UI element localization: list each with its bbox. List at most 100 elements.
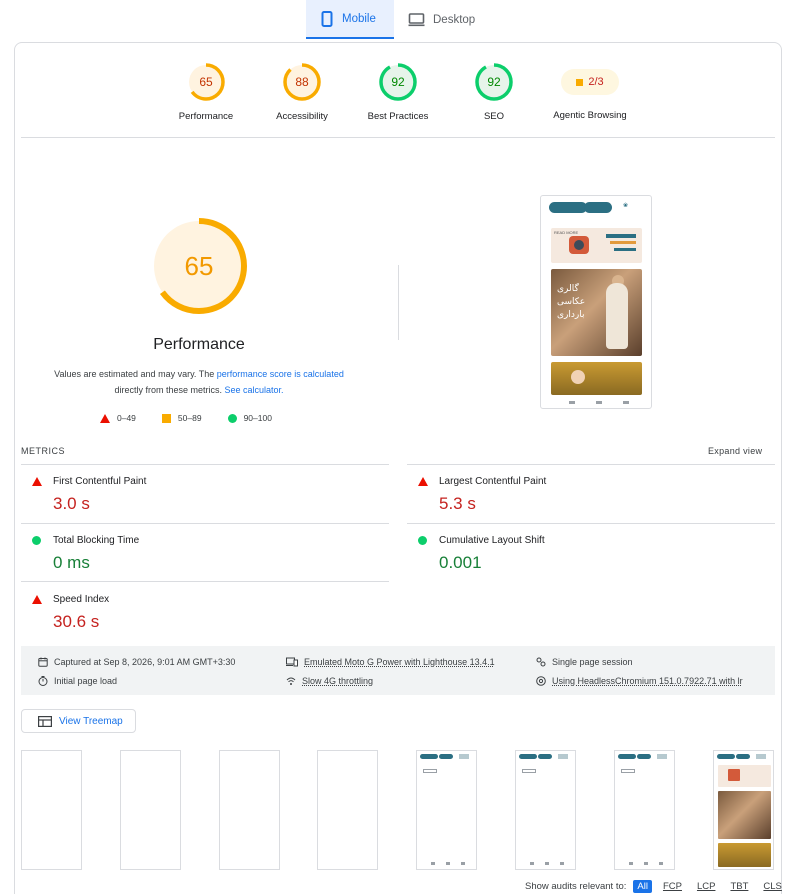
metric-si: Speed Index 30.6 s [21, 582, 389, 640]
average-square-icon [161, 413, 171, 423]
filmstrip-frame [416, 750, 477, 870]
filter-cls[interactable]: CLS [759, 880, 785, 893]
gauge-ring: 65 [186, 62, 226, 102]
devices-icon [286, 657, 298, 667]
gauge-best-practices[interactable]: 92 Best Practices [343, 58, 453, 122]
expand-view-button[interactable]: Expand view [708, 446, 762, 456]
treemap-icon [38, 715, 52, 727]
agentic-value: 2/3 [588, 76, 604, 88]
average-square-icon [576, 78, 584, 86]
fail-triangle-icon [418, 477, 428, 486]
pass-circle-icon [418, 536, 427, 545]
filter-tbt[interactable]: TBT [726, 880, 752, 893]
category-gauges: 65 Performance 88 Accessibility 92 Best … [0, 58, 795, 128]
score-calculated-link[interactable]: performance score is calculated [217, 369, 344, 379]
filmstrip-frame [317, 750, 378, 870]
filmstrip-frame [515, 750, 576, 870]
tab-mobile-label: Mobile [342, 12, 376, 25]
performance-gauge-large: 65 [150, 217, 248, 315]
view-treemap-label: View Treemap [59, 715, 123, 727]
session-info: Single page session [536, 657, 633, 667]
chrome-icon [536, 676, 546, 686]
gauge-agentic-browsing[interactable]: 2/3 Agentic Browsing [535, 58, 645, 121]
legend-average: 50–89 [161, 413, 202, 423]
filter-fcp[interactable]: FCP [659, 880, 686, 893]
tab-mobile[interactable]: Mobile [306, 0, 394, 39]
gauge-label: Accessibility [276, 111, 328, 122]
desc-text-2: directly from these metrics. [114, 385, 225, 395]
gauge-label: Agentic Browsing [553, 110, 627, 121]
metric-lcp: Largest Contentful Paint 5.3 s [407, 464, 775, 522]
banner-text [606, 234, 636, 238]
gauge-seo[interactable]: 92 SEO [439, 58, 549, 122]
metric-value: 3.0 s [53, 494, 90, 513]
metric-name: Total Blocking Time [53, 535, 140, 546]
metric-name: Cumulative Layout Shift [439, 535, 545, 546]
photo-caption-line: عکاسی [557, 297, 586, 307]
final-screenshot[interactable]: ❀ READ MORE گالری عکاسی بارداری [540, 195, 652, 409]
calendar-icon [38, 657, 48, 667]
metric-name: First Contentful Paint [53, 476, 147, 487]
fail-triangle-icon [32, 477, 42, 486]
browser-text: Using HeadlessChromium 151.0.7922.71 wit… [552, 676, 743, 686]
metric-cls: Cumulative Layout Shift 0.001 [407, 523, 775, 581]
initial-load-text: Initial page load [54, 676, 118, 686]
filmstrip-frame [713, 750, 774, 870]
tab-desktop[interactable]: Desktop [394, 0, 494, 39]
captured-text: Captured at Sep 8, 2026, 9:01 AM GMT+3:3… [54, 657, 236, 667]
gauge-score: 88 [295, 75, 309, 89]
filmstrip-frame [614, 750, 675, 870]
preview-photo: گالری عکاسی بارداری [551, 269, 642, 356]
filter-all[interactable]: All [633, 880, 652, 893]
session-icon [536, 657, 546, 667]
emulated-text: Emulated Moto G Power with Lighthouse 13… [304, 657, 495, 667]
preview-footer [569, 401, 629, 405]
device-tabs: Mobile Desktop [306, 0, 494, 39]
metric-value: 5.3 s [439, 494, 476, 513]
performance-score: 65 [184, 251, 214, 281]
child-image [571, 370, 585, 384]
metric-name: Largest Contentful Paint [439, 476, 547, 487]
initial-load-info: Initial page load [38, 676, 117, 686]
browser-info[interactable]: Using HeadlessChromium 151.0.7922.71 wit… [536, 676, 743, 686]
gauge-label: Best Practices [367, 111, 429, 122]
gauge-ring: 92 [474, 62, 514, 102]
throttling-info[interactable]: Slow 4G throttling [286, 676, 373, 686]
filter-lcp[interactable]: LCP [693, 880, 719, 893]
session-text: Single page session [552, 657, 633, 667]
pass-circle-icon [227, 413, 237, 423]
performance-title: Performance [153, 336, 245, 353]
desc-text-1: Values are estimated and may vary. The [54, 369, 217, 379]
gauge-score: 65 [199, 75, 213, 89]
gauge-ring: 88 [282, 62, 322, 102]
metric-name: Speed Index [53, 594, 110, 605]
emulated-device-info[interactable]: Emulated Moto G Power with Lighthouse 13… [286, 657, 495, 667]
see-calculator-link[interactable]: See calculator. [224, 385, 283, 395]
figure-body [606, 283, 628, 349]
preview-banner: READ MORE [551, 228, 642, 263]
agentic-badge: 2/3 [561, 69, 619, 95]
view-treemap-button[interactable]: View Treemap [21, 709, 136, 733]
gauge-label: SEO [483, 111, 505, 122]
preview-button [549, 202, 587, 213]
metric-value: 0 ms [53, 553, 90, 572]
filmstrip-frame [21, 750, 82, 870]
vertical-divider [398, 265, 399, 340]
performance-description: Values are estimated and may vary. The p… [40, 366, 358, 398]
metric-fcp: First Contentful Paint 3.0 s [21, 464, 389, 522]
preview-banner-label: READ MORE [554, 230, 579, 235]
legend-range: 90–100 [243, 413, 272, 423]
divider [21, 137, 775, 138]
gauge-accessibility[interactable]: 88 Accessibility [247, 58, 357, 122]
photo-caption: گالری عکاسی بارداری [557, 283, 585, 322]
banner-text [610, 241, 636, 244]
fail-triangle-icon [32, 595, 42, 604]
tab-desktop-label: Desktop [433, 13, 476, 26]
metric-value: 30.6 s [53, 612, 100, 631]
gauge-ring: 92 [378, 62, 418, 102]
gauge-performance[interactable]: 65 Performance [151, 58, 261, 122]
legend-range: 0–49 [117, 413, 136, 423]
legend-pass: 90–100 [227, 413, 272, 423]
metric-value: 0.001 [439, 553, 482, 572]
audit-filter-label: Show audits relevant to: [525, 881, 627, 892]
